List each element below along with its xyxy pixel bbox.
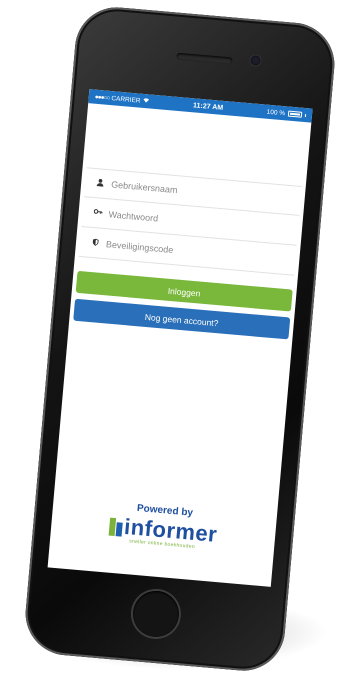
- shield-icon: [90, 237, 101, 248]
- username-input[interactable]: [110, 179, 281, 205]
- logo-bar-blue: [115, 522, 123, 537]
- user-icon: [95, 178, 106, 189]
- login-form: Inloggen Nog geen account?: [69, 167, 306, 340]
- status-time: 11:27 AM: [192, 101, 224, 112]
- informer-logo-icon: [108, 517, 123, 537]
- battery-icon: [287, 110, 303, 118]
- status-left: ●●●○○ CARRIER: [94, 93, 149, 106]
- carrier-label: CARRIER: [111, 94, 141, 105]
- battery-tip: [304, 113, 307, 117]
- phone-device: ●●●○○ CARRIER 11:27 AM 100 % Gebruikersn…: [22, 3, 338, 675]
- phone-mockup: ●●●○○ CARRIER 11:27 AM 100 % Gebruikersn…: [0, 0, 358, 679]
- security-code-input[interactable]: [105, 238, 276, 264]
- status-right: 100 %: [266, 108, 307, 118]
- signal-icon: ●●●○○: [94, 93, 110, 102]
- key-icon: [92, 207, 103, 218]
- branding: Powered by informer sneller online boekh…: [50, 496, 277, 557]
- password-input[interactable]: [108, 208, 279, 234]
- wifi-icon: [142, 97, 150, 106]
- battery-percent: 100 %: [266, 108, 286, 117]
- phone-screen: ●●●○○ CARRIER 11:27 AM 100 % Gebruikersn…: [47, 89, 313, 587]
